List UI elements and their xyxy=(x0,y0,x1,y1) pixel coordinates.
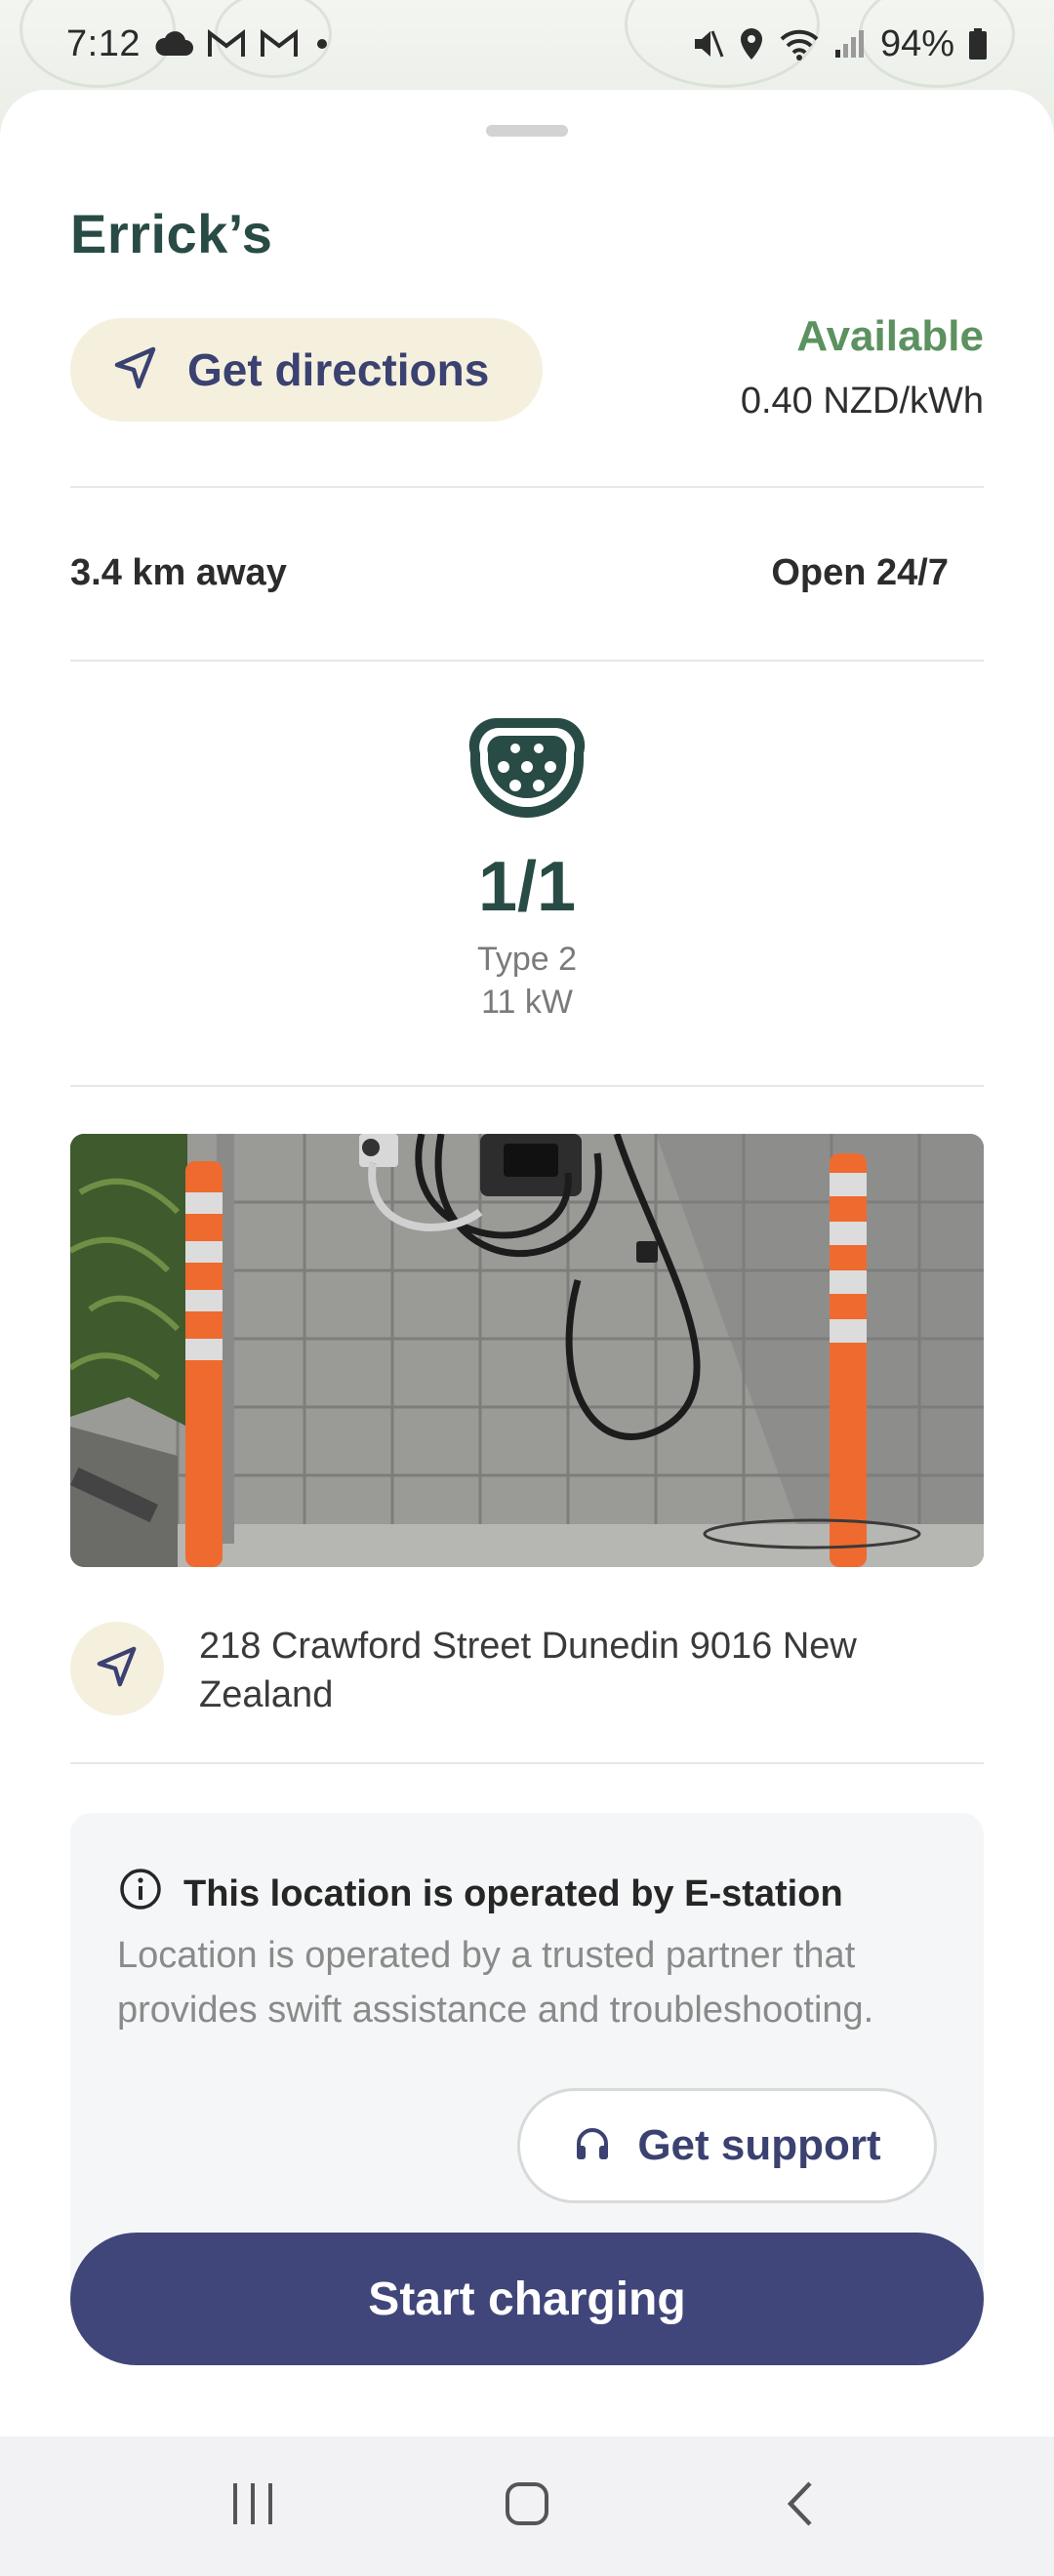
divider xyxy=(70,1085,984,1087)
connector-power: 11 kW xyxy=(481,984,573,1021)
divider xyxy=(70,1762,984,1764)
cloud-icon xyxy=(154,30,193,58)
home-button[interactable] xyxy=(468,2458,586,2556)
status-bar: 7:12 94% xyxy=(0,0,1054,88)
start-charging-label: Start charging xyxy=(368,2273,686,2325)
distance-label: 3.4 km away xyxy=(70,552,287,593)
gmail-icon xyxy=(207,29,246,59)
headset-icon xyxy=(573,2124,612,2168)
station-address: 218 Crawford Street Dunedin 9016 New Zea… xyxy=(199,1626,857,1715)
divider xyxy=(70,660,984,662)
gmail-icon xyxy=(260,29,299,59)
get-support-label: Get support xyxy=(637,2121,881,2169)
operator-title-row: This location is operated by E-station xyxy=(119,1868,843,1920)
navigation-arrow-icon xyxy=(96,1645,139,1693)
battery-percent: 94% xyxy=(879,22,954,64)
get-support-button[interactable]: Get support xyxy=(517,2088,937,2203)
operator-title: This location is operated by E-station xyxy=(183,1872,843,1914)
divider xyxy=(70,486,984,488)
signal-icon xyxy=(833,28,867,60)
sheet-drag-handle[interactable] xyxy=(486,125,568,137)
opening-hours: Open 24/7 xyxy=(771,552,949,593)
home-icon xyxy=(503,2479,551,2533)
station-detail-sheet: Errick’s Get directions Available 0.40 N… xyxy=(0,90,1054,2436)
status-time: 7:12 xyxy=(66,22,141,64)
back-button[interactable] xyxy=(742,2458,859,2556)
back-icon xyxy=(781,2479,820,2533)
station-photo[interactable] xyxy=(70,1134,984,1567)
location-icon xyxy=(738,26,765,61)
system-navigation-bar xyxy=(0,2436,1054,2576)
get-directions-button[interactable]: Get directions xyxy=(70,318,543,422)
operator-info-card: This location is operated by E-station L… xyxy=(70,1813,984,2301)
start-charging-button[interactable]: Start charging xyxy=(70,2233,984,2365)
recent-apps-icon xyxy=(229,2481,278,2531)
navigation-arrow-icon xyxy=(113,345,158,395)
address-navigate-button[interactable] xyxy=(70,1622,164,1715)
wifi-icon xyxy=(779,27,820,60)
operator-description: Location is operated by a trusted partne… xyxy=(117,1935,874,2031)
availability-status: Available xyxy=(796,312,984,360)
info-icon xyxy=(119,1868,162,1920)
type2-connector-icon xyxy=(466,714,588,822)
available-connectors-count: 1/1 xyxy=(477,848,577,926)
recent-apps-button[interactable] xyxy=(195,2458,312,2556)
price-per-kwh: 0.40 NZD/kWh xyxy=(740,381,984,422)
dot-icon xyxy=(312,34,332,54)
station-name: Errick’s xyxy=(70,203,273,264)
battery-icon xyxy=(968,27,988,60)
connector-type: Type 2 xyxy=(476,941,578,978)
get-directions-label: Get directions xyxy=(187,344,490,395)
mute-icon xyxy=(691,27,724,60)
